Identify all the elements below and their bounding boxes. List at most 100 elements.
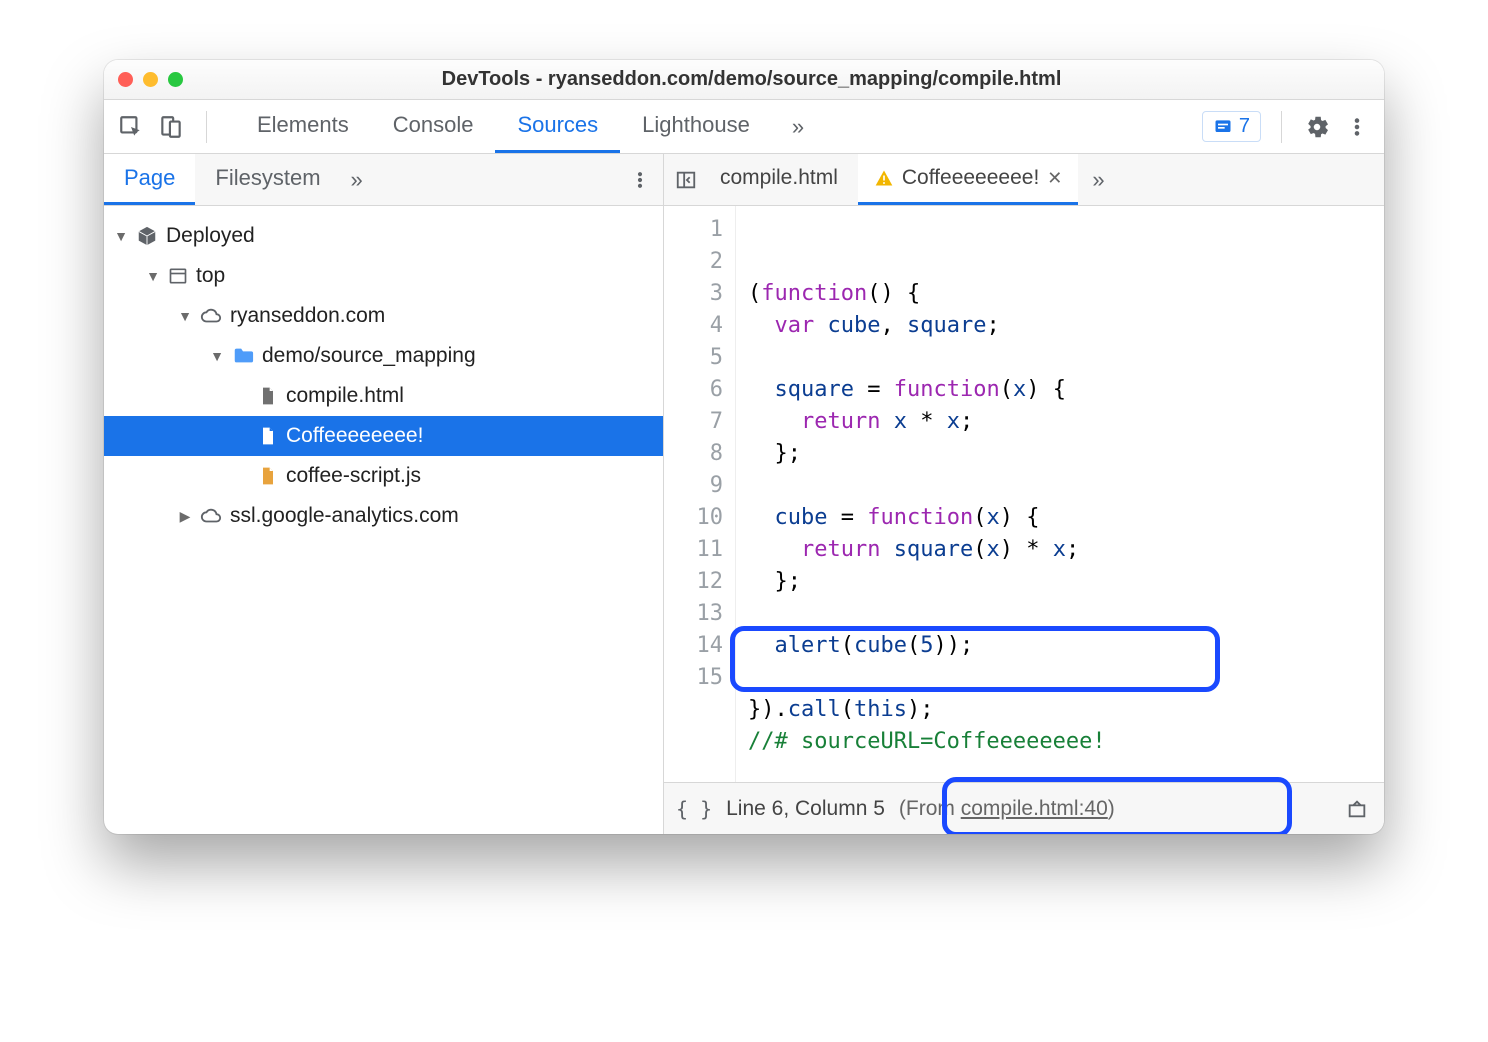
code-content[interactable]: (function() { var cube, square; square =… — [736, 206, 1106, 782]
code-line[interactable]: cube = function(x) { — [748, 502, 1106, 534]
line-number[interactable]: 12 — [664, 566, 723, 598]
tree-file-coffee[interactable]: Coffeeeeeeee! — [104, 416, 663, 456]
code-line[interactable] — [748, 470, 1106, 502]
navigator-toggle-icon[interactable] — [672, 166, 700, 194]
deployed-icon — [136, 225, 158, 247]
tree-label: ryanseddon.com — [230, 304, 385, 328]
issues-count: 7 — [1239, 115, 1250, 138]
folder-icon — [232, 345, 254, 367]
line-number[interactable]: 10 — [664, 502, 723, 534]
code-line[interactable]: return square(x) * x; — [748, 534, 1106, 566]
sidebar-kebab-icon[interactable] — [625, 165, 655, 195]
frame-icon — [168, 266, 188, 286]
tree-domain-ryanseddon[interactable]: ▼ ryanseddon.com — [104, 296, 663, 336]
status-bar: { } Line 6, Column 5 (From compile.html:… — [664, 782, 1384, 834]
tree-label: demo/source_mapping — [262, 344, 476, 368]
issues-badge[interactable]: 7 — [1202, 111, 1261, 142]
line-number[interactable]: 2 — [664, 246, 723, 278]
code-line[interactable] — [748, 598, 1106, 630]
disclosure-triangle-icon: ▼ — [146, 268, 160, 284]
window-title: DevTools - ryanseddon.com/demo/source_ma… — [203, 68, 1300, 91]
editor-area: compile.html Coffeeeeeeee! ✕ » 123456789… — [664, 154, 1384, 834]
sidebar-tab-page[interactable]: Page — [104, 154, 195, 205]
tree-file-compile-html[interactable]: compile.html — [104, 376, 663, 416]
line-number[interactable]: 11 — [664, 534, 723, 566]
tree-label: coffee-script.js — [286, 464, 421, 488]
cloud-icon — [200, 505, 222, 527]
tab-sources[interactable]: Sources — [495, 100, 620, 153]
code-line[interactable]: alert(cube(5)); — [748, 630, 1106, 662]
line-number[interactable]: 15 — [664, 662, 723, 694]
tree-label: top — [196, 264, 225, 288]
line-gutter: 123456789101112131415 — [664, 206, 736, 782]
settings-icon[interactable] — [1302, 112, 1332, 142]
pretty-print-icon[interactable]: { } — [676, 797, 712, 821]
close-tab-icon[interactable]: ✕ — [1047, 168, 1062, 189]
sidebar: Page Filesystem » ▼ Deployed ▼ top — [104, 154, 664, 834]
tree-top[interactable]: ▼ top — [104, 256, 663, 296]
source-origin-link[interactable]: compile.html:40 — [961, 797, 1108, 820]
line-number[interactable]: 7 — [664, 406, 723, 438]
editor-tab-coffee[interactable]: Coffeeeeeeee! ✕ — [858, 154, 1079, 205]
code-line[interactable]: var cube, square; — [748, 310, 1106, 342]
editor-tab-label: compile.html — [720, 166, 838, 190]
editor-more-tabs-icon[interactable]: » — [1082, 167, 1114, 193]
more-tabs-icon[interactable]: » — [782, 114, 814, 140]
code-editor[interactable]: 123456789101112131415 (function() { var … — [664, 206, 1384, 782]
code-line[interactable]: //# sourceURL=Coffeeeeeeee! — [748, 726, 1106, 758]
code-line[interactable]: square = function(x) { — [748, 374, 1106, 406]
line-number[interactable]: 4 — [664, 310, 723, 342]
line-number[interactable]: 14 — [664, 630, 723, 662]
source-origin: (From compile.html:40) — [899, 797, 1115, 821]
traffic-lights — [118, 72, 183, 87]
show-coverage-icon[interactable] — [1342, 794, 1372, 824]
main-toolbar: Elements Console Sources Lighthouse » 7 — [104, 100, 1384, 154]
line-number[interactable]: 13 — [664, 598, 723, 630]
code-line[interactable]: (function() { — [748, 278, 1106, 310]
tab-elements[interactable]: Elements — [235, 100, 371, 153]
editor-tab-compile[interactable]: compile.html — [704, 154, 854, 205]
cursor-position: Line 6, Column 5 — [726, 797, 885, 821]
editor-tab-label: Coffeeeeeeee! — [902, 166, 1039, 190]
editor-tab-bar: compile.html Coffeeeeeeee! ✕ » — [664, 154, 1384, 206]
close-window-button[interactable] — [118, 72, 133, 87]
inspect-element-icon[interactable] — [116, 112, 146, 142]
separator — [1281, 111, 1282, 143]
body-split: Page Filesystem » ▼ Deployed ▼ top — [104, 154, 1384, 834]
code-line[interactable]: return x * x; — [748, 406, 1106, 438]
code-line[interactable]: }; — [748, 566, 1106, 598]
tree-file-coffee-script[interactable]: coffee-script.js — [104, 456, 663, 496]
file-js-icon — [258, 465, 278, 487]
file-tree: ▼ Deployed ▼ top ▼ ryanseddon.com ▼ — [104, 206, 663, 546]
tree-domain-ga[interactable]: ▶ ssl.google-analytics.com — [104, 496, 663, 536]
sidebar-tabs: Page Filesystem » — [104, 154, 663, 206]
line-number[interactable]: 8 — [664, 438, 723, 470]
tab-console[interactable]: Console — [371, 100, 496, 153]
minimize-window-button[interactable] — [143, 72, 158, 87]
sidebar-more-tabs-icon[interactable]: » — [341, 167, 373, 193]
line-number[interactable]: 1 — [664, 214, 723, 246]
sidebar-tab-filesystem[interactable]: Filesystem — [195, 154, 340, 205]
device-toolbar-icon[interactable] — [156, 112, 186, 142]
line-number[interactable]: 5 — [664, 342, 723, 374]
code-line[interactable] — [748, 662, 1106, 694]
code-line[interactable] — [748, 342, 1106, 374]
titlebar: DevTools - ryanseddon.com/demo/source_ma… — [104, 60, 1384, 100]
tab-lighthouse[interactable]: Lighthouse — [620, 100, 772, 153]
code-line[interactable]: }).call(this); — [748, 694, 1106, 726]
line-number[interactable]: 6 — [664, 374, 723, 406]
main-tabs: Elements Console Sources Lighthouse — [235, 100, 772, 153]
line-number[interactable]: 3 — [664, 278, 723, 310]
disclosure-triangle-icon: ▶ — [178, 508, 192, 525]
file-icon — [258, 385, 278, 407]
separator — [206, 111, 207, 143]
line-number[interactable]: 9 — [664, 470, 723, 502]
tree-folder-demo[interactable]: ▼ demo/source_mapping — [104, 336, 663, 376]
warning-icon — [874, 168, 894, 188]
code-line[interactable]: }; — [748, 438, 1106, 470]
zoom-window-button[interactable] — [168, 72, 183, 87]
disclosure-triangle-icon: ▼ — [178, 308, 192, 324]
kebab-menu-icon[interactable] — [1342, 112, 1372, 142]
tree-deployed[interactable]: ▼ Deployed — [104, 216, 663, 256]
disclosure-triangle-icon: ▼ — [210, 348, 224, 364]
